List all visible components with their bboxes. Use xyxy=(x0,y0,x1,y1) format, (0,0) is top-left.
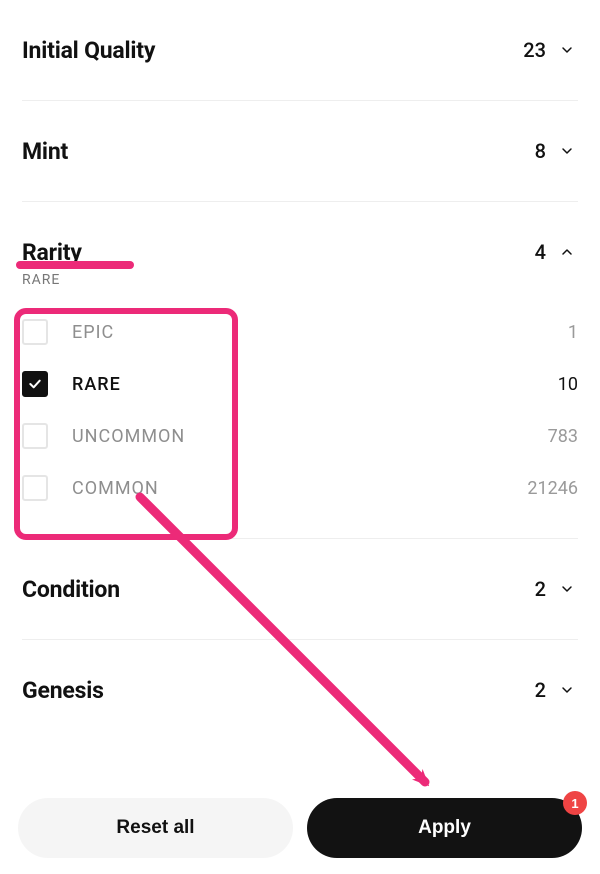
chevron-down-icon xyxy=(556,679,578,701)
section-count: 23 xyxy=(523,38,546,62)
chevron-up-icon xyxy=(556,241,578,263)
apply-button-label: Apply xyxy=(418,817,471,838)
rarity-option-uncommon[interactable]: UNCOMMON 783 xyxy=(22,410,578,462)
rarity-option-common[interactable]: COMMON 21246 xyxy=(22,462,578,514)
section-count: 8 xyxy=(535,139,546,163)
rarity-option-epic[interactable]: EPIC 1 xyxy=(22,306,578,358)
option-count: 10 xyxy=(558,374,578,395)
section-title: Rarity xyxy=(22,239,82,266)
section-title: Genesis xyxy=(22,677,104,704)
rarity-options-list: EPIC 1 RARE 10 UNCOMMON 783 COMMON 21246 xyxy=(22,306,578,538)
option-count: 783 xyxy=(548,426,578,447)
apply-badge: 1 xyxy=(563,791,587,815)
chevron-down-icon xyxy=(556,140,578,162)
option-count: 1 xyxy=(568,322,578,343)
section-count: 2 xyxy=(535,678,546,702)
filter-section-initial-quality[interactable]: Initial Quality 23 xyxy=(22,0,578,101)
filter-section-rarity[interactable]: Rarity 4 RARE EPIC 1 RARE 10 UNCOMMON 78… xyxy=(22,202,578,539)
checkbox-checked-icon[interactable] xyxy=(22,371,48,397)
option-label: EPIC xyxy=(72,322,568,343)
filter-section-condition[interactable]: Condition 2 xyxy=(22,539,578,640)
option-label: COMMON xyxy=(72,478,527,499)
checkbox-unchecked-icon[interactable] xyxy=(22,475,48,501)
reset-all-button[interactable]: Reset all xyxy=(18,798,293,858)
option-count: 21246 xyxy=(527,478,578,499)
bottom-action-bar: Reset all Apply 1 xyxy=(0,784,600,874)
filter-section-mint[interactable]: Mint 8 xyxy=(22,101,578,202)
section-title: Initial Quality xyxy=(22,37,155,64)
rarity-option-rare[interactable]: RARE 10 xyxy=(22,358,578,410)
chevron-down-icon xyxy=(556,578,578,600)
section-count: 2 xyxy=(535,577,546,601)
option-label: UNCOMMON xyxy=(72,426,548,447)
checkbox-unchecked-icon[interactable] xyxy=(22,423,48,449)
chevron-down-icon xyxy=(556,39,578,61)
section-count: 4 xyxy=(535,240,546,264)
checkbox-unchecked-icon[interactable] xyxy=(22,319,48,345)
section-subtitle: RARE xyxy=(22,272,578,288)
apply-button[interactable]: Apply 1 xyxy=(307,798,582,858)
filter-section-genesis[interactable]: Genesis 2 xyxy=(22,640,578,740)
section-title: Condition xyxy=(22,576,120,603)
option-label: RARE xyxy=(72,374,558,395)
section-title: Mint xyxy=(22,138,68,165)
